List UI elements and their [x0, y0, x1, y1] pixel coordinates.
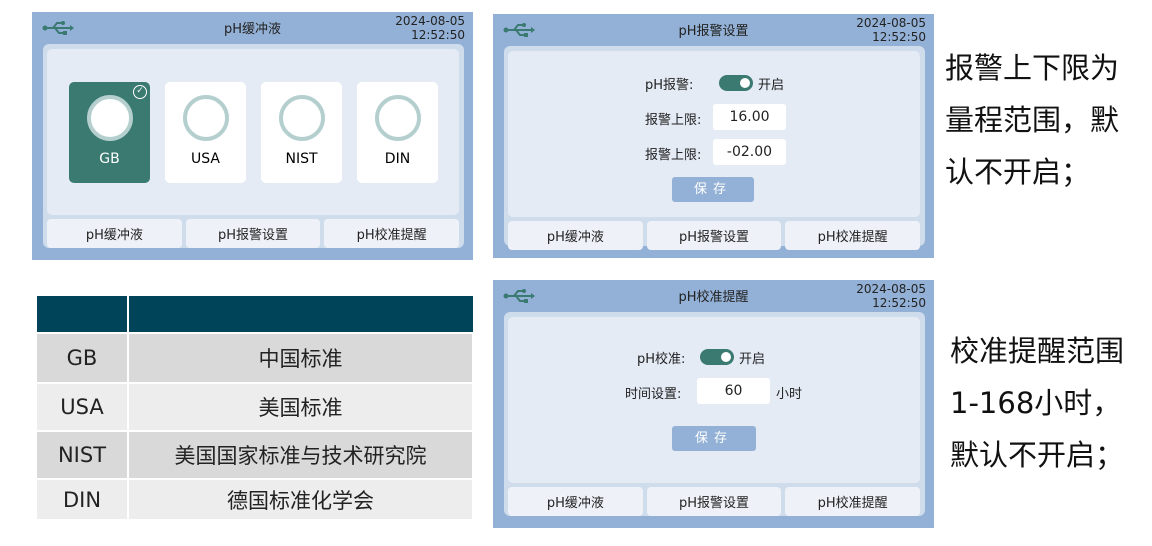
datetime: 2024-08-05 12:52:50 [395, 14, 465, 42]
save-button[interactable]: 保存 [672, 426, 756, 451]
alarm-toggle-label: pH报警: [645, 78, 694, 93]
standard-gb-card[interactable]: ✓ GB [69, 82, 150, 183]
lower-limit-label: 报警上限: [645, 148, 702, 163]
beaker-icon [183, 95, 229, 141]
buffer-screen: pH缓冲液 2024-08-05 12:52:50 ✓ GB USA NIST DI… [32, 12, 473, 260]
time-unit: 小时 [776, 387, 803, 402]
calibration-toggle-state: 开启 [739, 352, 766, 367]
calibration-toggle[interactable] [700, 349, 734, 365]
beaker-icon [87, 95, 133, 141]
standard-nist-card[interactable]: NIST [261, 82, 342, 183]
table-row: NIST 美国国家标准与技术研究院 [37, 431, 474, 480]
alarm-toggle[interactable] [719, 75, 753, 91]
calibration-toggle-label: pH校准: [637, 352, 686, 367]
tab-alarm[interactable]: pH报警设置 [185, 219, 321, 248]
tab-buffer[interactable]: pH缓冲液 [47, 219, 182, 248]
beaker-icon [279, 95, 325, 141]
time-setting-input[interactable]: 60 [697, 378, 770, 404]
tab-alarm[interactable]: pH报警设置 [646, 487, 782, 516]
calibration-note: 校准提醒范围1-168小时，默认不开启； [950, 334, 1125, 472]
tab-buffer[interactable]: pH缓冲液 [508, 221, 643, 250]
table-row: GB 中国标准 [37, 333, 474, 384]
standards-table: GB 中国标准 USA 美国标准 NIST 美国国家标准与技术研究院 DIN 德国标准化… [37, 296, 474, 521]
table-row: USA 美国标准 [37, 383, 474, 432]
datetime: 2024-08-05 12:52:50 [856, 16, 926, 44]
tab-calibration[interactable]: pH校准提醒 [785, 221, 921, 250]
table-header [37, 296, 473, 334]
upper-limit-label: 报警上限: [645, 113, 702, 128]
time-setting-label: 时间设置: [625, 387, 682, 402]
alarm-screen: pH报警设置 2024-08-05 12:52:50 pH报警: 开启 报警上限:… [493, 14, 934, 258]
tab-buffer[interactable]: pH缓冲液 [508, 487, 643, 516]
lower-limit-input[interactable]: -02.00 [713, 139, 786, 165]
datetime: 2024-08-05 12:52:50 [856, 282, 926, 310]
save-button[interactable]: 保存 [672, 177, 754, 202]
tab-alarm[interactable]: pH报警设置 [646, 221, 782, 250]
alarm-note: 报警上下限为量程范围，默认不开启； [945, 51, 1120, 189]
table-row: DIN 德国标准化学会 [37, 479, 474, 521]
beaker-icon [375, 95, 421, 141]
check-icon: ✓ [133, 85, 147, 99]
tab-calibration[interactable]: pH校准提醒 [324, 219, 460, 248]
upper-limit-input[interactable]: 16.00 [713, 104, 786, 130]
standard-din-card[interactable]: DIN [357, 82, 438, 183]
calibration-screen: pH校准提醒 2024-08-05 12:52:50 pH校准: 开启 时间设置:… [493, 280, 934, 528]
alarm-toggle-state: 开启 [758, 78, 785, 93]
standard-usa-card[interactable]: USA [165, 82, 246, 183]
tab-calibration[interactable]: pH校准提醒 [785, 487, 921, 516]
